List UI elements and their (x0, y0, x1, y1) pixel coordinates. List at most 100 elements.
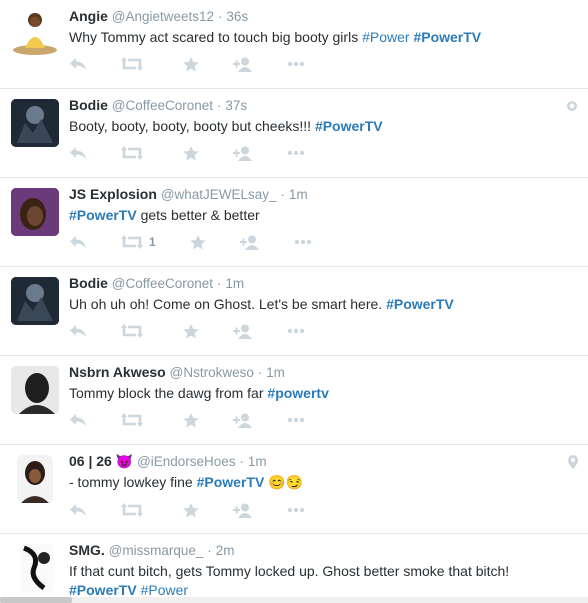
retweet-button[interactable] (121, 57, 149, 71)
reply-button[interactable] (69, 57, 87, 71)
avatar[interactable] (20, 544, 54, 592)
favorite-button[interactable] (183, 323, 199, 339)
avatar[interactable] (11, 8, 59, 56)
star-icon (183, 145, 199, 161)
avatar[interactable] (11, 188, 59, 236)
tweet[interactable]: 06 | 26 😈 @iEndorseHoes · 1m - tommy low… (0, 445, 588, 534)
emoji: 😊😏 (268, 474, 304, 490)
more-button[interactable] (287, 417, 305, 423)
hashtag[interactable]: #powertv (267, 385, 328, 401)
more-button[interactable] (287, 150, 305, 156)
retweet-count: 1 (149, 235, 156, 249)
more-button[interactable] (287, 507, 305, 513)
username[interactable]: @iEndorseHoes (137, 454, 236, 469)
reply-button[interactable] (69, 324, 87, 338)
favorite-button[interactable] (183, 412, 199, 428)
tweet[interactable]: Bodie @CoffeeCoronet · 37s Booty, booty,… (0, 89, 588, 178)
retweet-icon (121, 324, 143, 338)
timestamp[interactable]: 1m (289, 187, 308, 202)
tweet[interactable]: Angie @Angietweets12 · 36s Why Tommy act… (0, 0, 588, 89)
timestamp[interactable]: 36s (226, 9, 248, 24)
tweet-body: gets better & better (136, 207, 260, 223)
hashtag[interactable]: #PowerTV (386, 296, 454, 312)
follow-button[interactable] (233, 324, 253, 339)
reply-button[interactable] (69, 503, 87, 517)
more-icon (287, 507, 305, 513)
separator: · (216, 276, 222, 291)
location-pin-icon[interactable] (568, 455, 578, 474)
avatar[interactable] (11, 366, 59, 414)
avatar[interactable] (11, 99, 59, 147)
hashtag[interactable]: #PowerTV (197, 474, 265, 490)
retweet-button[interactable] (121, 413, 149, 427)
tweet[interactable]: Bodie @CoffeeCoronet · 1m Uh oh uh oh! C… (0, 267, 588, 356)
timestamp[interactable]: 1m (248, 454, 267, 469)
tweet-body: If that cunt bitch, gets Tommy locked up… (69, 563, 510, 579)
hashtag[interactable]: #PowerTV (413, 29, 481, 45)
retweet-button[interactable] (121, 503, 149, 517)
retweet-button[interactable]: 1 (121, 235, 156, 249)
timestamp[interactable]: 37s (225, 98, 247, 113)
avatar-image (11, 99, 59, 147)
tweet-actions (69, 143, 339, 163)
tweet[interactable]: SMG. @missmarque_ · 2m If that cunt bitc… (0, 534, 588, 603)
hashtag[interactable]: #Power (141, 582, 188, 598)
display-name[interactable]: Bodie (69, 275, 108, 291)
favorite-button[interactable] (183, 502, 199, 518)
more-button[interactable] (287, 328, 305, 334)
follow-button[interactable] (233, 503, 253, 518)
retweet-button[interactable] (121, 146, 149, 160)
timestamp[interactable]: 2m (216, 543, 235, 558)
tweet-text: Tommy block the dawg from far #powertv (69, 384, 569, 403)
separator: · (217, 9, 223, 24)
follow-button[interactable] (233, 413, 253, 428)
scrollbar-thumb[interactable] (0, 597, 72, 603)
more-icon (287, 328, 305, 334)
favorite-button[interactable] (183, 145, 199, 161)
retweet-button[interactable] (121, 324, 149, 338)
reply-icon (69, 503, 87, 517)
tweet[interactable]: JS Explosion @whatJEWELsay_ · 1m #PowerT… (0, 178, 588, 267)
display-name[interactable]: Angie (69, 8, 108, 24)
favorite-button[interactable] (189, 234, 206, 250)
follow-icon (233, 57, 253, 72)
more-icon (294, 239, 312, 245)
more-button[interactable] (287, 61, 305, 67)
display-name[interactable]: 06 | 26 😈 (69, 453, 133, 469)
hashtag[interactable]: #PowerTV (69, 582, 137, 598)
username[interactable]: @CoffeeCoronet (112, 276, 213, 291)
avatar-image (11, 277, 59, 325)
retweet-icon (121, 413, 143, 427)
hashtag[interactable]: #Power (362, 29, 409, 45)
reply-button[interactable] (69, 413, 87, 427)
star-icon (183, 502, 199, 518)
username[interactable]: @Angietweets12 (112, 9, 214, 24)
avatar[interactable] (11, 277, 59, 325)
horizontal-scrollbar[interactable] (0, 597, 588, 603)
timestamp[interactable]: 1m (266, 365, 285, 380)
display-name[interactable]: JS Explosion (69, 186, 157, 202)
hashtag[interactable]: #PowerTV (69, 207, 137, 223)
display-name[interactable]: Bodie (69, 97, 108, 113)
timestamp[interactable]: 1m (225, 276, 244, 291)
reply-button[interactable] (69, 146, 87, 160)
reply-icon (69, 146, 87, 160)
follow-button[interactable] (239, 235, 260, 250)
avatar-image (20, 544, 54, 592)
follow-button[interactable] (233, 146, 253, 161)
username[interactable]: @missmarque_ (109, 543, 204, 558)
username[interactable]: @whatJEWELsay_ (161, 187, 277, 202)
follow-button[interactable] (233, 57, 253, 72)
hashtag[interactable]: #PowerTV (315, 118, 383, 134)
display-name[interactable]: Nsbrn Akweso (69, 364, 166, 380)
more-icon (287, 150, 305, 156)
tweet[interactable]: Nsbrn Akweso @Nstrokweso · 1m Tommy bloc… (0, 356, 588, 445)
favorite-button[interactable] (183, 56, 199, 72)
username[interactable]: @CoffeeCoronet (112, 98, 213, 113)
more-button[interactable] (294, 239, 312, 245)
username[interactable]: @Nstrokweso (170, 365, 254, 380)
reply-button[interactable] (69, 235, 87, 249)
tweet-text: - tommy lowkey fine #PowerTV 😊😏 (69, 473, 569, 492)
display-name[interactable]: SMG. (69, 542, 105, 558)
avatar[interactable] (17, 455, 53, 503)
